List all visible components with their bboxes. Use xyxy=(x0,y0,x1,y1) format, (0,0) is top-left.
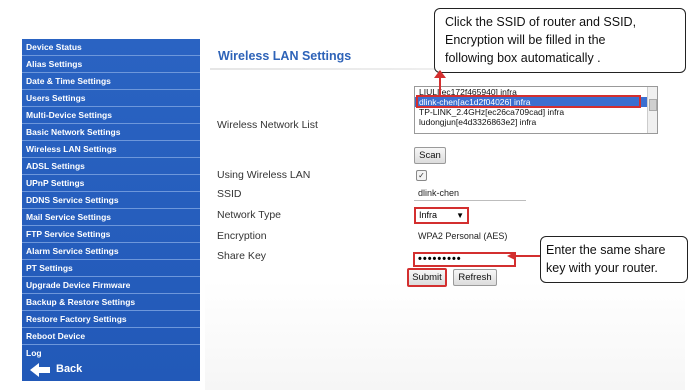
using-wlan-label: Using Wireless LAN xyxy=(217,169,311,181)
sidebar-item-wireless-lan-settings[interactable]: Wireless LAN Settings xyxy=(22,141,200,158)
sidebar-item-upgrade-device-firmware[interactable]: Upgrade Device Firmware xyxy=(22,277,200,294)
background-fade xyxy=(205,280,685,390)
sidebar-item-date-time-settings[interactable]: Date & Time Settings xyxy=(22,73,200,90)
sidebar-item-reboot-device[interactable]: Reboot Device xyxy=(22,328,200,345)
back-arrow-icon xyxy=(30,363,50,377)
scrollbar-thumb[interactable] xyxy=(649,99,657,111)
callout-sharekey-hint: Enter the same share key with your route… xyxy=(540,236,688,283)
using-wlan-checkbox[interactable]: ✓ xyxy=(416,170,427,181)
sidebar-item-alias-settings[interactable]: Alias Settings xyxy=(22,56,200,73)
sidebar-item-backup-restore-settings[interactable]: Backup & Restore Settings xyxy=(22,294,200,311)
sidebar-item-pt-settings[interactable]: PT Settings xyxy=(22,260,200,277)
network-list-item[interactable]: TP-LINK_2.4GHz[ec26ca709cad] infra xyxy=(415,107,657,117)
sidebar-item-ddns-service-settings[interactable]: DDNS Service Settings xyxy=(22,192,200,209)
back-label: Back xyxy=(56,363,83,375)
ssid-label: SSID xyxy=(217,188,242,200)
callout-ssid-line: following box automatically . xyxy=(445,51,601,65)
callout-ssid-hint: Click the SSID of router and SSID, Encry… xyxy=(434,8,686,73)
callout-sharekey-connector xyxy=(511,255,540,257)
sidebar-item-restore-factory-settings[interactable]: Restore Factory Settings xyxy=(22,311,200,328)
network-type-label: Network Type xyxy=(217,209,281,221)
sidebar-item-device-status[interactable]: Device Status xyxy=(22,39,200,56)
share-key-label: Share Key xyxy=(217,250,267,262)
encryption-label: Encryption xyxy=(217,230,267,242)
scan-button[interactable]: Scan xyxy=(414,147,446,164)
back-button[interactable]: Back xyxy=(22,359,200,381)
sidebar-item-adsl-settings[interactable]: ADSL Settings xyxy=(22,158,200,175)
callout-ssid-arrow-icon xyxy=(434,70,446,78)
listbox-scrollbar[interactable] xyxy=(647,87,657,133)
refresh-button[interactable]: Refresh xyxy=(453,269,497,286)
callout-sharekey-arrow-icon xyxy=(507,252,515,260)
selected-network-highlight xyxy=(416,95,641,108)
network-list-label: Wireless Network List xyxy=(217,119,318,131)
sidebar: Device Status Alias Settings Date & Time S… xyxy=(22,39,200,381)
sidebar-item-users-settings[interactable]: Users Settings xyxy=(22,90,200,107)
dropdown-arrow-icon: ▼ xyxy=(456,211,464,220)
network-listbox[interactable]: LIULI[ec172f465940] infra dlink-chen[ac1… xyxy=(414,86,658,134)
sidebar-item-upnp-settings[interactable]: UPnP Settings xyxy=(22,175,200,192)
callout-ssid-line: Click the SSID of router and SSID, xyxy=(445,15,637,29)
sidebar-item-alarm-service-settings[interactable]: Alarm Service Settings xyxy=(22,243,200,260)
sidebar-item-multi-device-settings[interactable]: Multi-Device Settings xyxy=(22,107,200,124)
network-type-value: Infra xyxy=(419,210,438,220)
ssid-input[interactable]: dlink-chen xyxy=(414,187,526,201)
page-title: Wireless LAN Settings xyxy=(218,49,352,63)
network-list-item[interactable]: ludongjun[e4d3326863e2] infra xyxy=(415,117,657,127)
sidebar-item-ftp-service-settings[interactable]: FTP Service Settings xyxy=(22,226,200,243)
network-type-select[interactable]: Infra ▼ xyxy=(414,207,469,224)
callout-sharekey-line: Enter the same share xyxy=(546,243,666,257)
submit-button[interactable]: Submit xyxy=(407,268,447,287)
callout-sharekey-line: key with your router. xyxy=(546,261,658,275)
callout-ssid-line: Encryption will be filled in the xyxy=(445,33,606,47)
sidebar-item-basic-network-settings[interactable]: Basic Network Settings xyxy=(22,124,200,141)
encryption-value: WPA2 Personal (AES) xyxy=(414,230,526,243)
sidebar-item-mail-service-settings[interactable]: Mail Service Settings xyxy=(22,209,200,226)
share-key-input[interactable]: ••••••••• xyxy=(413,252,516,267)
